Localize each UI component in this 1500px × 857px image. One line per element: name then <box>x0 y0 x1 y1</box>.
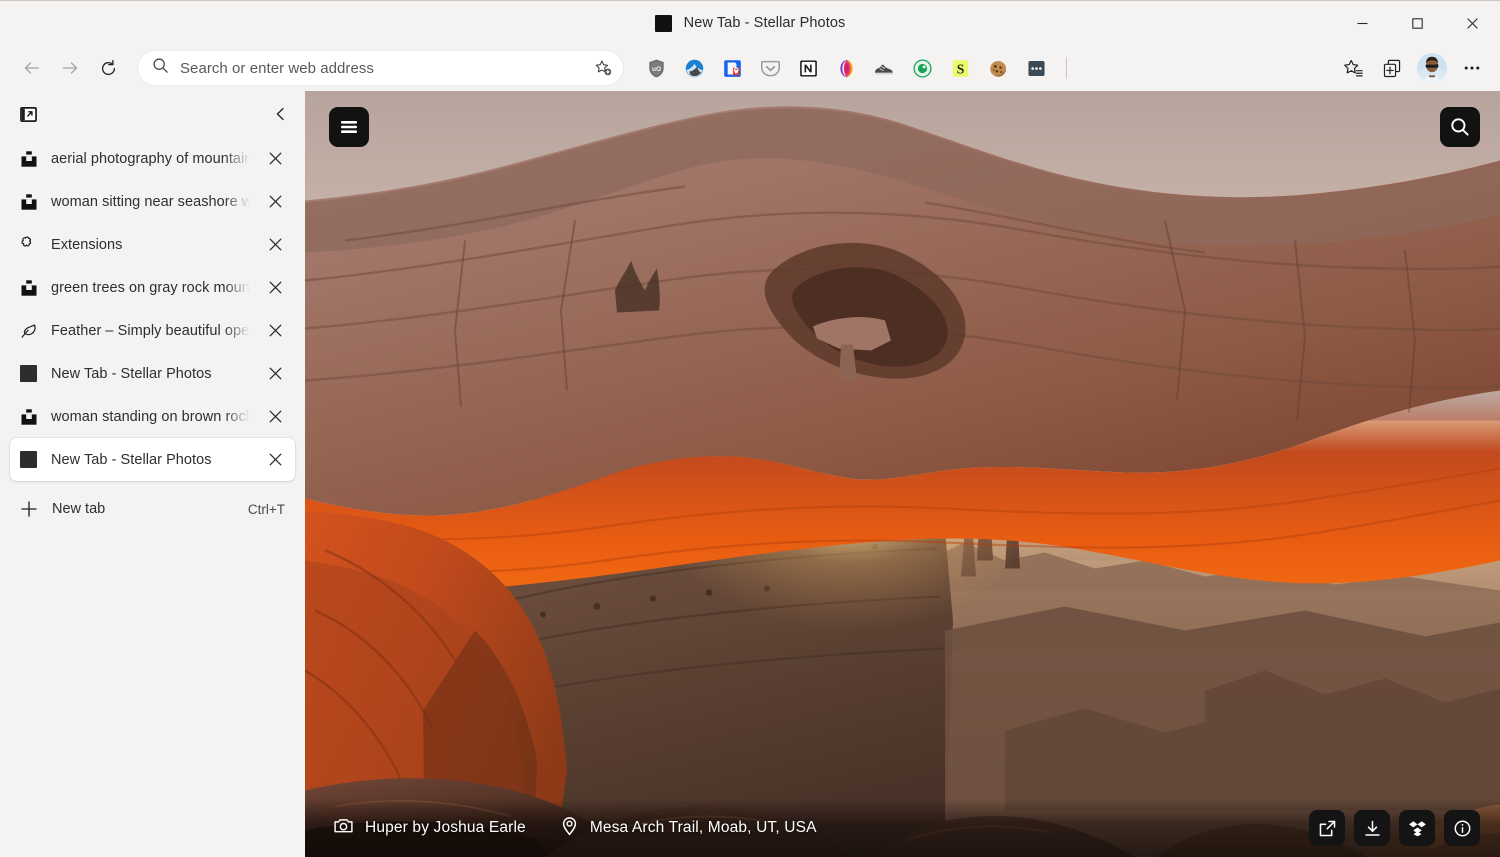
tab-item[interactable]: New Tab - Stellar Photos <box>10 352 295 395</box>
sidebar-header <box>0 91 305 137</box>
tab-item[interactable]: Feather – Simply beautiful open s <box>10 309 295 352</box>
tab-item[interactable]: woman sitting near seashore whi <box>10 180 295 223</box>
tab-title: New Tab - Stellar Photos <box>51 451 212 468</box>
minimize-button[interactable] <box>1335 1 1390 46</box>
notion-icon[interactable] <box>791 51 825 85</box>
tab-title: aerial photography of mountains <box>51 150 250 167</box>
collections-button[interactable] <box>1374 50 1410 86</box>
download-icon[interactable] <box>1354 810 1390 846</box>
address-bar[interactable]: Search or enter web address <box>138 51 623 85</box>
green-circle-icon[interactable] <box>905 51 939 85</box>
tab-list: aerial photography of mountains woman si… <box>0 137 305 481</box>
vertical-tabs-sidebar: aerial photography of mountains woman si… <box>0 91 305 857</box>
avatar <box>1417 53 1447 83</box>
photo-footer: Huper by Joshua Earle Mesa Arch Trail, M… <box>305 799 1500 857</box>
extensions-icon <box>19 235 38 254</box>
add-favorite-star-icon[interactable] <box>589 54 617 82</box>
tab-title: Extensions <box>51 236 123 253</box>
browser-body: aerial photography of mountains woman si… <box>0 91 1500 857</box>
address-input-text[interactable]: Search or enter web address <box>180 60 578 77</box>
blue-wave-icon[interactable] <box>677 51 711 85</box>
browser-window: New Tab - Stellar Photos Search or enter… <box>0 0 1500 857</box>
close-tab-button[interactable] <box>263 448 287 472</box>
colorful-swirl-icon[interactable] <box>829 51 863 85</box>
hamburger-menu-button[interactable] <box>329 107 369 147</box>
tab-title: green trees on gray rock mounta <box>51 279 250 296</box>
location-pin-icon <box>559 815 580 841</box>
close-tab-button[interactable] <box>263 362 287 386</box>
tab-item[interactable]: Extensions <box>10 223 295 266</box>
feather-icon <box>19 321 38 340</box>
browser-toolbar: Search or enter web address uO S <box>0 45 1500 91</box>
tab-title: woman standing on brown rock t <box>51 408 250 425</box>
close-tab-button[interactable] <box>263 276 287 300</box>
cookie-icon[interactable] <box>981 51 1015 85</box>
new-tab-shortcut: Ctrl+T <box>247 501 285 517</box>
close-tab-button[interactable] <box>263 190 287 214</box>
background-photo-mesa-arch <box>305 91 1500 857</box>
unsplash-icon <box>19 278 38 297</box>
back-button[interactable] <box>14 50 50 86</box>
extensions-strip: uO S <box>639 51 1076 85</box>
sneaker-icon[interactable] <box>867 51 901 85</box>
search-icon <box>152 57 169 79</box>
tab-title: Feather – Simply beautiful open s <box>51 322 250 339</box>
info-icon[interactable] <box>1444 810 1480 846</box>
pocket-icon[interactable] <box>753 51 787 85</box>
photo-location-text: Mesa Arch Trail, Moab, UT, USA <box>589 819 817 836</box>
window-title-group: New Tab - Stellar Photos <box>654 14 846 32</box>
tab-title: New Tab - Stellar Photos <box>51 365 212 382</box>
close-tab-button[interactable] <box>263 319 287 343</box>
tab-item[interactable]: woman standing on brown rock t <box>10 395 295 438</box>
unsplash-icon <box>19 192 38 211</box>
close-tab-button[interactable] <box>263 405 287 429</box>
tab-item[interactable]: green trees on gray rock mounta <box>10 266 295 309</box>
photo-actions <box>1309 810 1480 846</box>
vertical-tabs-icon[interactable] <box>12 99 44 129</box>
photo-location[interactable]: Mesa Arch Trail, Moab, UT, USA <box>559 815 817 841</box>
dots-box-icon[interactable] <box>1019 51 1053 85</box>
window-title: New Tab - Stellar Photos <box>683 15 846 31</box>
settings-and-more-button[interactable] <box>1454 50 1490 86</box>
black-square-favicon <box>19 450 38 469</box>
black-square-favicon <box>654 14 672 32</box>
collapse-sidebar-button[interactable] <box>265 98 297 130</box>
dropbox-icon[interactable] <box>1399 810 1435 846</box>
ublock-origin-icon[interactable]: uO <box>639 51 673 85</box>
title-bar: New Tab - Stellar Photos <box>0 0 1500 45</box>
black-square-favicon <box>19 364 38 383</box>
svg-text:uO: uO <box>651 65 660 72</box>
open-external-icon[interactable] <box>1309 810 1345 846</box>
svg-text:S: S <box>956 61 964 76</box>
new-tab-button[interactable]: New tab Ctrl+T <box>10 487 295 531</box>
close-tab-button[interactable] <box>263 147 287 171</box>
maximize-button[interactable] <box>1390 1 1445 46</box>
tab-item-active[interactable]: New Tab - Stellar Photos <box>10 438 295 481</box>
toolbar-divider <box>1066 57 1067 79</box>
profile-button[interactable] <box>1413 49 1451 87</box>
close-tab-button[interactable] <box>263 233 287 257</box>
window-controls <box>1335 1 1500 46</box>
door-lock-icon[interactable] <box>715 51 749 85</box>
photo-search-button[interactable] <box>1440 107 1480 147</box>
favorites-button[interactable] <box>1335 50 1371 86</box>
unsplash-icon <box>19 149 38 168</box>
photo-credit-text: Huper by Joshua Earle <box>365 819 526 836</box>
camera-icon <box>333 815 354 841</box>
plus-icon <box>19 500 38 519</box>
unsplash-icon <box>19 407 38 426</box>
forward-button[interactable] <box>52 50 88 86</box>
new-tab-label: New tab <box>52 501 106 517</box>
letter-s-icon[interactable]: S <box>943 51 977 85</box>
refresh-button[interactable] <box>90 50 126 86</box>
photo-credit[interactable]: Huper by Joshua Earle <box>333 815 526 841</box>
close-button[interactable] <box>1445 1 1500 46</box>
toolbar-right-actions <box>1335 49 1490 87</box>
tab-item[interactable]: aerial photography of mountains <box>10 137 295 180</box>
page-content: Huper by Joshua Earle Mesa Arch Trail, M… <box>305 91 1500 857</box>
tab-title: woman sitting near seashore whi <box>51 193 250 210</box>
